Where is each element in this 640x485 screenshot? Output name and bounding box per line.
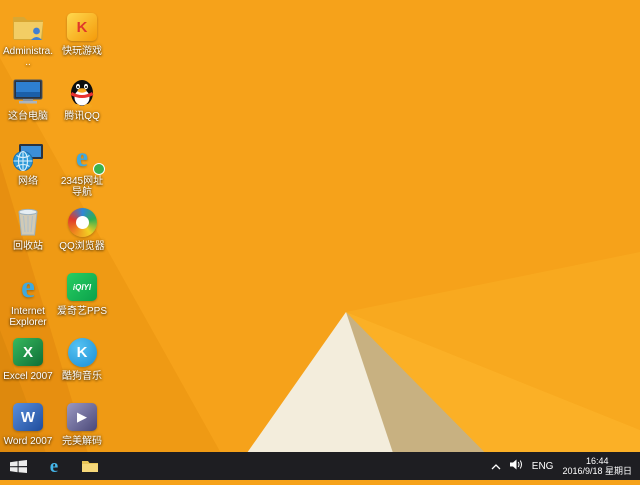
desktop-icon-label: 腾讯QQ — [64, 111, 100, 122]
desktop-icon-kugou-music[interactable]: K 酷狗音乐 — [56, 335, 108, 400]
internet-explorer-icon: e — [8, 270, 48, 304]
desktop-icon-internet-explorer[interactable]: e Internet Explorer — [2, 270, 54, 335]
desktop-icon-label: Administra... — [2, 46, 53, 68]
desktop-icon-iqiyi-pps[interactable]: iQIYI 爱奇艺PPS — [56, 270, 108, 335]
desktop-icon-label: 快玩游戏 — [62, 46, 102, 57]
desktop-icon-administrator-files[interactable]: Administra... — [2, 10, 54, 75]
tray-date: 2016/9/18 星期日 — [562, 466, 632, 476]
ie-e-glyph: e — [76, 141, 88, 172]
kugou-k-glyph: K — [76, 343, 88, 361]
2345-badge-icon — [93, 163, 105, 175]
desktop: Administra... 这台电脑 网络 回收站 e Internet Exp… — [0, 0, 640, 452]
tray-language-indicator[interactable]: ENG — [532, 461, 554, 472]
tray-time: 16:44 — [585, 455, 609, 466]
taskbar: e ENG 16:44 2016/9/18 星期日 — [0, 452, 640, 480]
computer-monitor-icon — [8, 75, 48, 109]
word-icon: W — [8, 400, 48, 434]
system-tray: ENG 16:44 2016/9/18 星期日 — [487, 452, 640, 480]
desktop-icon-label: 完美解码 — [62, 436, 102, 447]
perfect-decoder-icon: ▶ — [62, 400, 102, 434]
desktop-icon-label: 这台电脑 — [8, 111, 48, 122]
desktop-icon-grid: Administra... 这台电脑 网络 回收站 e Internet Exp… — [2, 10, 108, 465]
desktop-icon-2345-web-navigation[interactable]: e 2345网址导航 — [56, 140, 108, 205]
qq-browser-swirl-icon — [62, 205, 102, 239]
desktop-icon-label: 酷狗音乐 — [62, 371, 102, 382]
tray-volume-button[interactable] — [509, 457, 523, 475]
kugou-icon: K — [62, 335, 102, 369]
network-globe-icon — [8, 140, 48, 174]
excel-x-glyph: X — [22, 343, 33, 361]
desktop-icon-label: 回收站 — [13, 241, 43, 252]
tray-show-hidden-icons-button[interactable] — [491, 457, 501, 475]
ie-e-glyph: e — [21, 269, 35, 304]
qq-penguin-icon — [62, 75, 102, 109]
kuaiwan-k-glyph: K — [76, 18, 88, 36]
desktop-icon-this-pc[interactable]: 这台电脑 — [2, 75, 54, 140]
desktop-icon-recycle-bin[interactable]: 回收站 — [2, 205, 54, 270]
word-w-glyph: W — [20, 408, 36, 426]
kuaiwan-games-icon: K — [62, 10, 102, 44]
folder-icon — [82, 461, 98, 472]
desktop-icon-label: 爱奇艺PPS — [56, 306, 107, 317]
taskbar-file-explorer-button[interactable] — [72, 452, 108, 480]
user-folder-icon — [8, 10, 48, 44]
excel-icon: X — [8, 335, 48, 369]
internet-explorer-icon: e — [49, 455, 59, 477]
iqiyi-icon: iQIYI — [62, 270, 102, 304]
desktop-icon-label: Excel 2007 — [3, 371, 53, 382]
desktop-icon-tencent-qq[interactable]: 腾讯QQ — [56, 75, 108, 140]
taskbar-internet-explorer-button[interactable]: e — [36, 452, 72, 480]
2345-navigation-icon: e — [62, 140, 105, 175]
desktop-icon-label: Word 2007 — [3, 436, 53, 447]
desktop-icon-label: Internet Explorer — [9, 306, 47, 328]
desktop-icon-network[interactable]: 网络 — [2, 140, 54, 205]
desktop-icon-kuaiwan-games[interactable]: K 快玩游戏 — [56, 10, 108, 75]
desktop-icon-label: QQ浏览器 — [59, 241, 105, 252]
iqiyi-wordmark: iQIYI — [72, 282, 92, 292]
windows-logo-icon — [9, 459, 27, 473]
speaker-icon — [509, 459, 522, 470]
desktop-icon-excel-2007[interactable]: X Excel 2007 — [2, 335, 54, 400]
start-button[interactable] — [0, 452, 36, 480]
desktop-icon-label: 2345网址导航 — [60, 176, 104, 198]
desktop-icon-qq-browser[interactable]: QQ浏览器 — [56, 205, 108, 270]
play-glyph: ▶ — [77, 409, 87, 424]
desktop-icon-label: 网络 — [18, 176, 38, 187]
chevron-up-icon — [491, 464, 501, 470]
recycle-bin-icon — [8, 205, 48, 239]
tray-clock[interactable]: 16:44 2016/9/18 星期日 — [562, 456, 632, 477]
